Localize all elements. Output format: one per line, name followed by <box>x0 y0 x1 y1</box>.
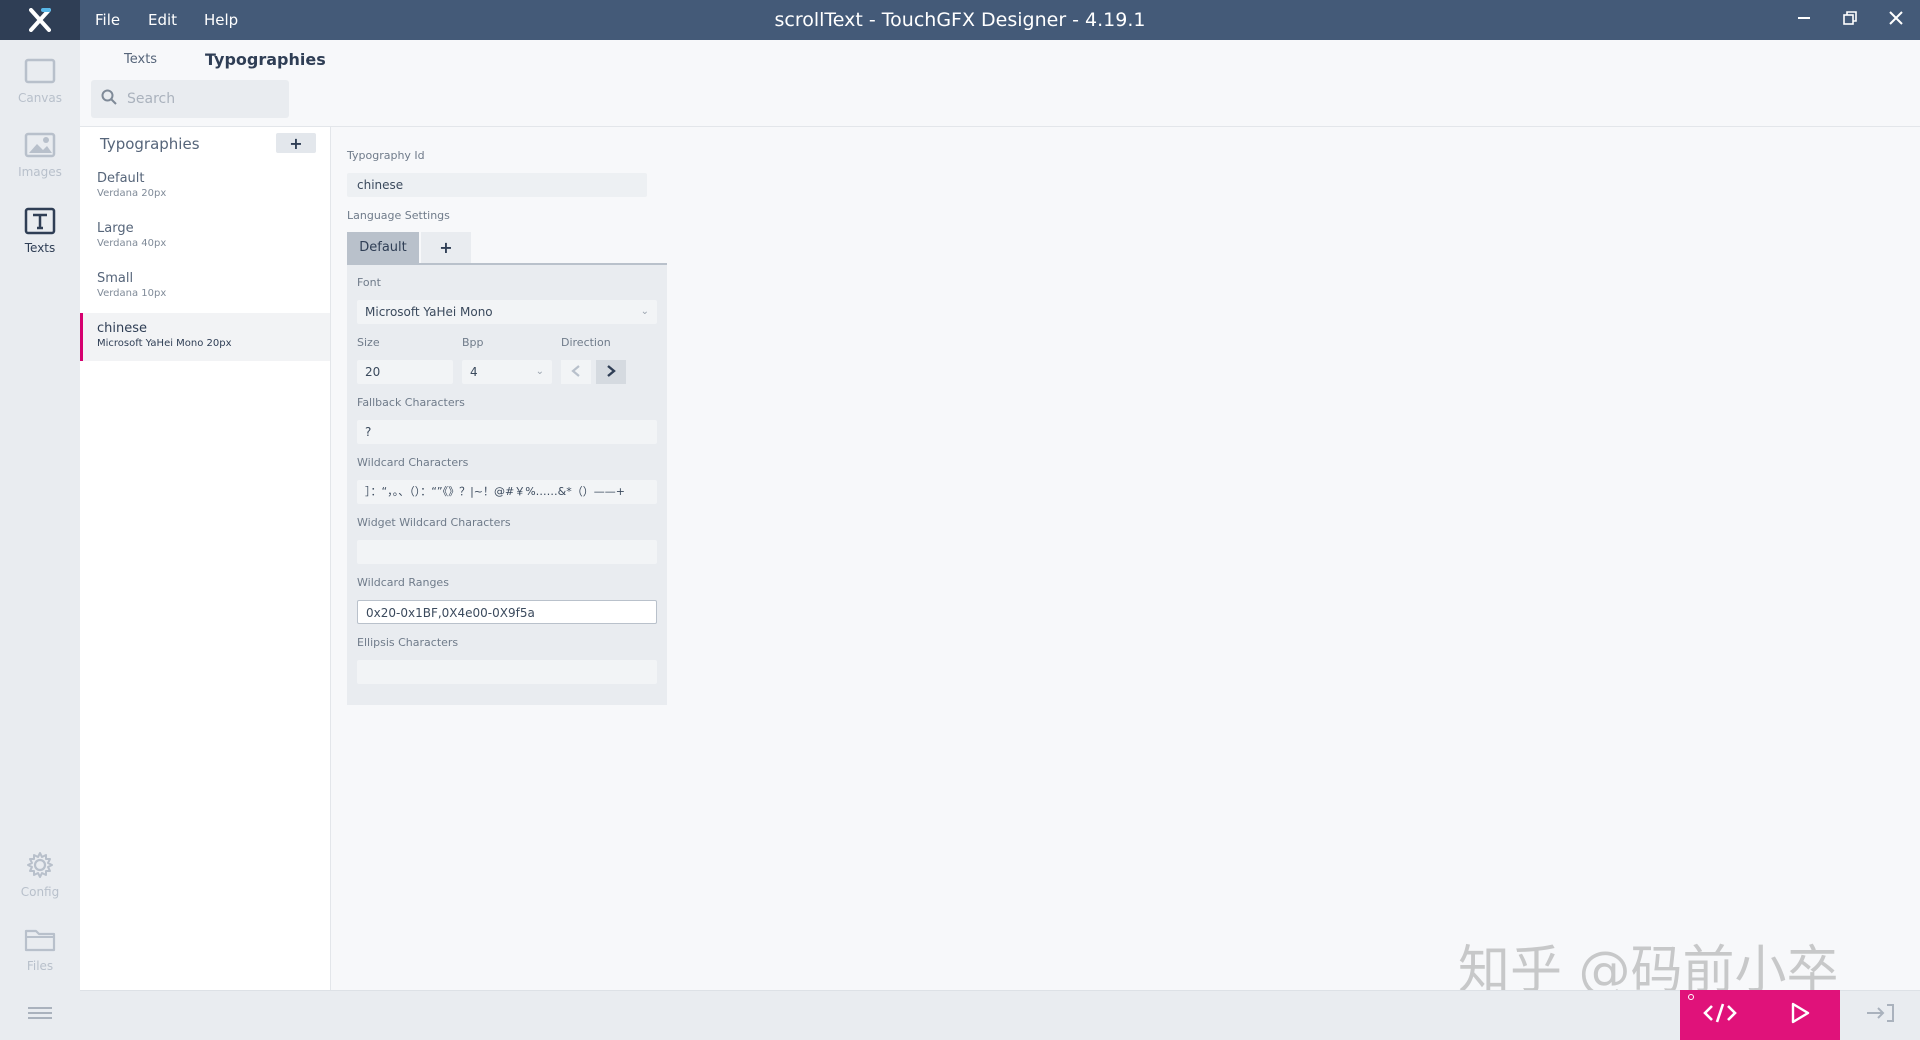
sign-in-icon <box>1865 1003 1895 1027</box>
language-settings-panel: Font Microsoft YaHei Mono ⌄ Size 20 Bpp … <box>347 263 667 705</box>
typography-desc: Verdana 10px <box>97 288 167 299</box>
typography-id-field[interactable]: chinese <box>347 173 647 197</box>
nav-texts[interactable]: Texts <box>0 204 80 274</box>
minimize-button[interactable] <box>1782 0 1826 40</box>
wildcard-ranges-input[interactable]: 0x20-0x1BF,0X4e00-0X9f5a <box>357 600 657 624</box>
canvas-icon <box>22 54 58 88</box>
tab-default-language[interactable]: Default <box>347 232 419 264</box>
widget-wildcard-label: Widget Wildcard Characters <box>357 516 511 529</box>
nav-files[interactable]: Files <box>0 922 80 992</box>
size-label: Size <box>357 336 380 349</box>
direction-rtl-button[interactable] <box>596 360 626 384</box>
size-input[interactable]: 20 <box>357 360 453 384</box>
wildcard-label: Wildcard Characters <box>357 456 469 469</box>
play-icon <box>1788 1001 1812 1029</box>
plus-icon: + <box>289 133 303 153</box>
ellipsis-label: Ellipsis Characters <box>357 636 459 649</box>
menu-file[interactable]: File <box>95 0 120 40</box>
list-item[interactable]: Large Verdana 40px <box>80 213 330 261</box>
window-title: scrollText - TouchGFX Designer - 4.19.1 <box>774 9 1146 31</box>
log-toggle-button[interactable] <box>0 990 80 1040</box>
chevron-down-icon: ⌄ <box>640 306 649 317</box>
restore-button[interactable] <box>1828 0 1872 40</box>
code-icon <box>1703 1002 1737 1028</box>
restore-icon <box>1842 10 1858 30</box>
widget-wildcard-input[interactable] <box>357 540 657 564</box>
add-typography-button[interactable]: + <box>276 133 316 153</box>
bottom-bar <box>80 990 1920 1040</box>
run-simulator-button[interactable] <box>1760 990 1840 1040</box>
typography-name: Large <box>97 221 134 236</box>
nav-texts-label: Texts <box>24 241 56 255</box>
typographies-list-panel: Typographies + Default Verdana 20px Larg… <box>80 127 331 990</box>
nav-config[interactable]: Config <box>0 848 80 918</box>
run-target-button[interactable] <box>1862 1002 1898 1028</box>
menu-help[interactable]: Help <box>204 0 238 40</box>
action-buttons <box>1680 990 1840 1040</box>
chevron-left-icon <box>570 363 582 382</box>
bpp-label: Bpp <box>462 336 484 349</box>
typography-name: Default <box>97 171 145 186</box>
tab-typographies[interactable]: Typographies <box>205 50 326 70</box>
close-button[interactable] <box>1874 0 1918 40</box>
font-label: Font <box>357 276 381 289</box>
menu-edit[interactable]: Edit <box>148 0 177 40</box>
font-dropdown[interactable]: Microsoft YaHei Mono ⌄ <box>357 300 657 324</box>
nav-images[interactable]: Images <box>0 128 80 198</box>
language-settings-label: Language Settings <box>347 209 450 222</box>
typography-desc: Verdana 40px <box>97 238 167 249</box>
ellipsis-input[interactable] <box>357 660 657 684</box>
typography-id-label: Typography Id <box>347 149 425 162</box>
folder-icon <box>22 922 58 956</box>
list-item[interactable]: Default Verdana 20px <box>80 163 330 211</box>
image-icon <box>22 128 58 162</box>
texts-header: Texts Typographies <box>80 40 1920 127</box>
search-icon <box>101 89 117 109</box>
nav-images-label: Images <box>18 165 62 179</box>
wildcard-input[interactable]: ］：“，。、（）：“”《》？|~！@#￥%……&*（）——+ <box>357 480 657 504</box>
direction-label: Direction <box>561 336 611 349</box>
close-icon <box>1888 10 1904 30</box>
add-language-button[interactable]: + <box>421 232 471 264</box>
fallback-label: Fallback Characters <box>357 396 465 409</box>
bpp-dropdown[interactable]: 4 ⌄ <box>462 360 552 384</box>
direction-ltr-button[interactable] <box>561 360 591 384</box>
generate-code-button[interactable] <box>1680 990 1760 1040</box>
typography-desc: Verdana 20px <box>97 188 167 199</box>
search-input[interactable] <box>125 90 275 108</box>
chevron-down-icon: ⌄ <box>535 366 544 377</box>
bpp-value: 4 <box>470 365 478 379</box>
chevron-right-icon <box>605 363 617 382</box>
wildcard-ranges-label: Wildcard Ranges <box>357 576 449 589</box>
list-item[interactable]: Small Verdana 10px <box>80 263 330 311</box>
font-value: Microsoft YaHei Mono <box>365 305 493 319</box>
typography-desc: Microsoft YaHei Mono 20px <box>97 338 232 349</box>
nav-canvas-label: Canvas <box>17 91 63 105</box>
search-field[interactable] <box>91 80 289 118</box>
typography-name: chinese <box>97 321 148 336</box>
menu-lines-icon <box>26 1005 54 1025</box>
text-icon <box>22 204 58 238</box>
title-bar: File Edit Help scrollText - TouchGFX Des… <box>0 0 1920 40</box>
touchgfx-logo <box>0 0 80 40</box>
gear-icon <box>22 848 58 882</box>
list-item-selected[interactable]: chinese Microsoft YaHei Mono 20px <box>80 313 330 361</box>
tab-texts[interactable]: Texts <box>124 50 157 70</box>
status-dot <box>1688 994 1694 1000</box>
nav-canvas[interactable]: Canvas <box>0 54 80 124</box>
typography-name: Small <box>97 271 134 286</box>
minimize-icon <box>1796 10 1812 30</box>
left-navigation: Canvas Images Texts Config Files <box>0 40 80 1040</box>
nav-files-label: Files <box>26 959 54 973</box>
nav-config-label: Config <box>20 885 60 899</box>
fallback-input[interactable]: ? <box>357 420 657 444</box>
typographies-heading: Typographies <box>100 135 200 153</box>
